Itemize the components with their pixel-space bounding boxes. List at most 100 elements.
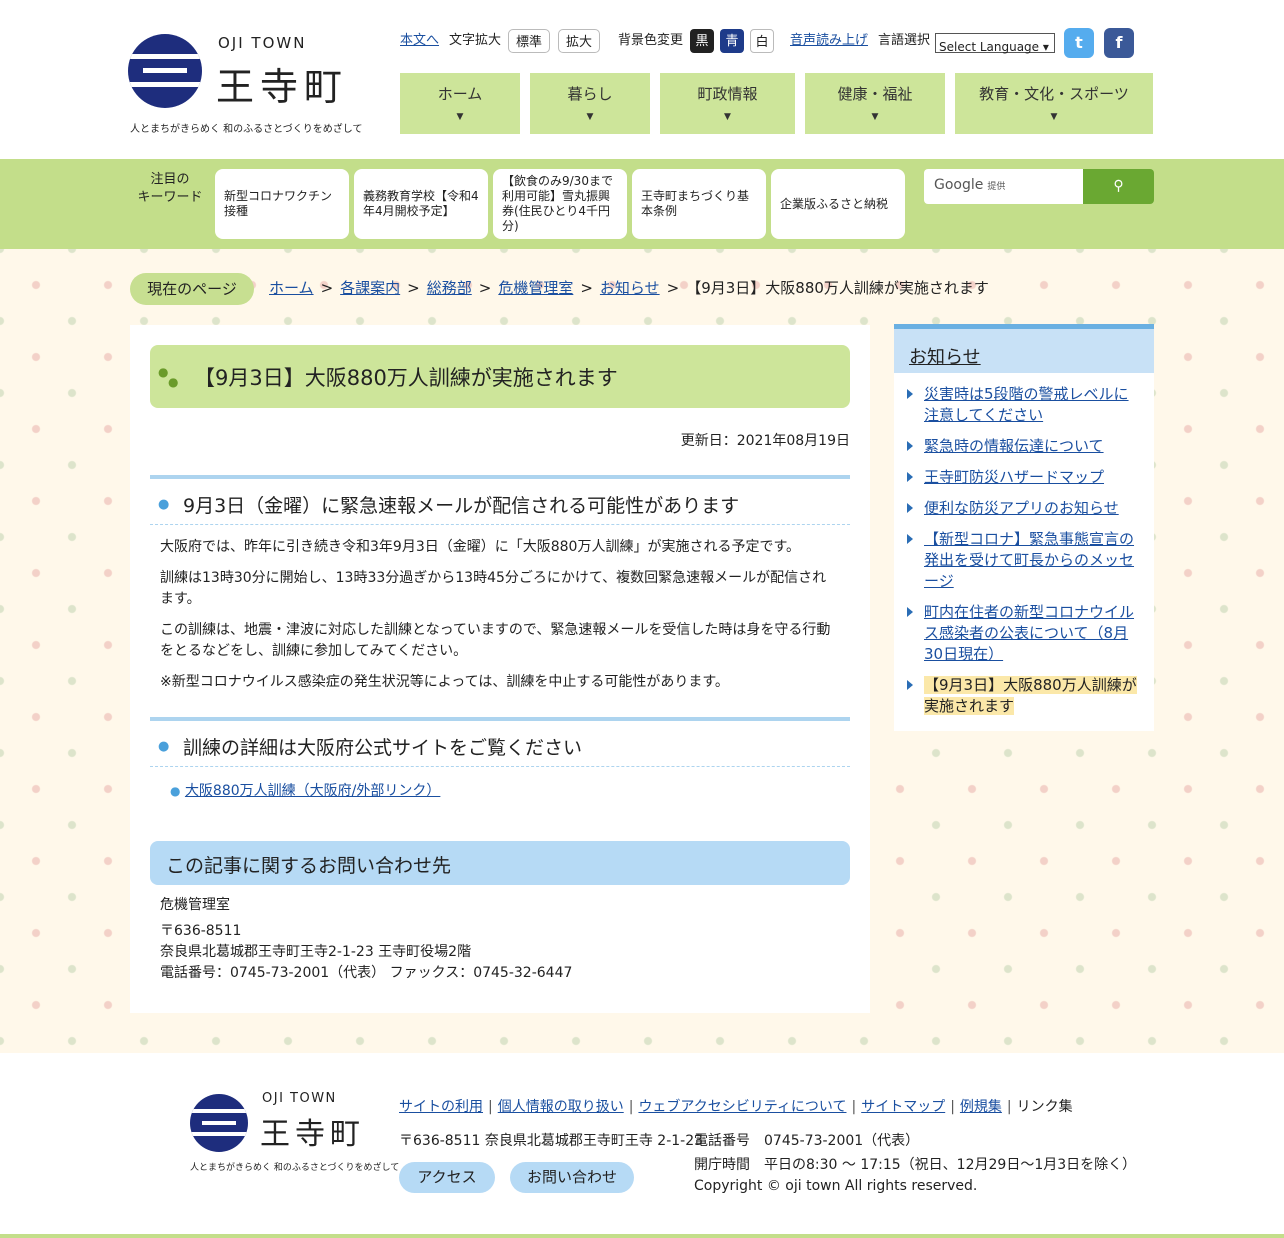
arrow-right-icon xyxy=(907,607,913,617)
footer-address: 〒636-8511 奈良県北葛城郡王寺町王寺 2-1-23 xyxy=(399,1133,704,1149)
footer-border xyxy=(0,1234,1284,1238)
facebook-icon[interactable]: f xyxy=(1104,28,1134,58)
keyword-band: 注目の キーワード 新型コロナワクチン接種 義務教育学校【令和4年4月開校予定】 … xyxy=(0,159,1284,249)
chevron-down-icon: ▼ xyxy=(456,112,464,122)
keyword-item[interactable]: 【飲食のみ9/30まで利用可能】雪丸振興券(住民ひとり4千円分) xyxy=(493,169,627,239)
section-heading: ● 訓練の詳細は大阪府公式サイトをご覧ください xyxy=(150,717,850,767)
keyword-item[interactable]: 王寺町まちづくり基本条例 xyxy=(632,169,766,239)
arrow-right-icon xyxy=(907,680,913,690)
main-content: ● ● 【9月3日】大阪880万人訓練が実施されます 更新日：2021年08月1… xyxy=(130,325,870,1013)
footer-phone: 電話番号 0745-73-2001（代表） xyxy=(694,1133,920,1149)
search-input[interactable]: Google 提供 xyxy=(924,169,1084,204)
logo-ja: 王寺町 xyxy=(216,65,349,109)
breadcrumb-link[interactable]: お知らせ xyxy=(600,279,660,297)
arrow-right-icon xyxy=(907,389,913,399)
footer-link[interactable]: サイトの利用 xyxy=(399,1099,483,1115)
skip-to-content-link[interactable]: 本文へ xyxy=(400,28,439,54)
sidebar: お知らせ 災害時は5段階の警戒レベルに注意してください 緊急時の情報伝達について… xyxy=(894,324,1154,731)
breadcrumb-link[interactable]: 危機管理室 xyxy=(498,279,573,297)
logo-en: OJI TOWN xyxy=(218,34,307,52)
current-page-label: 現在のページ xyxy=(130,273,254,305)
sidebar-title-link[interactable]: お知らせ xyxy=(909,343,981,369)
arrow-right-icon xyxy=(907,472,913,482)
site-logo[interactable]: OJI TOWN 王寺町 人とまちがきらめく 和のふるさとづくりをめざして xyxy=(128,34,373,135)
body-paragraph: 大阪府では、昨年に引き続き令和3年9月3日（金曜）に「大阪880万人訓練」が実施… xyxy=(160,539,801,555)
breadcrumb-link[interactable]: ホーム xyxy=(269,279,314,297)
chevron-down-icon: ▼ xyxy=(1050,112,1058,122)
language-select[interactable]: Select Language ▾ xyxy=(935,33,1055,54)
nav-education[interactable]: 教育・文化・スポーツ ▼ xyxy=(955,73,1153,134)
sidebar-item[interactable]: 緊急時の情報伝達について xyxy=(894,436,1154,457)
external-link-row: ● 大阪880万人訓練（大阪府/外部リンク） xyxy=(170,780,440,800)
bg-black-button[interactable]: 黒 xyxy=(690,29,714,53)
sidebar-item[interactable]: 町内在住者の新型コロナウイルス感染者の公表について（8月30日現在） xyxy=(894,602,1154,665)
breadcrumb-current: 【9月3日】大阪880万人訓練が実施されます xyxy=(686,279,989,297)
inquiry-heading: この記事に関するお問い合わせ先 xyxy=(150,841,850,885)
voice-read-link[interactable]: 音声読み上げ xyxy=(790,28,868,54)
chevron-down-icon: ▼ xyxy=(871,112,879,122)
updated-date: 更新日：2021年08月19日 xyxy=(680,433,850,449)
access-button[interactable]: アクセス xyxy=(399,1162,495,1193)
footer-link[interactable]: ウェブアクセシビリティについて xyxy=(638,1099,846,1115)
language-label: 言語選択 xyxy=(878,33,931,48)
breadcrumb-link[interactable]: 総務部 xyxy=(427,279,472,297)
search-button[interactable]: ⚲ xyxy=(1083,169,1154,204)
keyword-item[interactable]: 新型コロナワクチン接種 xyxy=(215,169,349,239)
utility-bar: 本文へ 文字拡大 標準 拡大 背景色変更 黒 青 白 音声読み上げ 言語選択 S… xyxy=(400,28,1160,56)
footer-tagline: 人とまちがきらめく 和のふるさとづくりをめざして xyxy=(190,1163,400,1173)
footer: OJI TOWN 王寺町 人とまちがきらめく 和のふるさとづくりをめざして サイ… xyxy=(0,1053,1284,1238)
footer-logo-en: OJI TOWN xyxy=(262,1091,337,1106)
town-emblem-icon xyxy=(128,34,202,108)
contact-dept: 危機管理室 xyxy=(160,897,230,913)
footer-logo[interactable]: OJI TOWN 王寺町 人とまちがきらめく 和のふるさとづくりをめざして xyxy=(190,1091,399,1181)
paw-icon: ● xyxy=(158,365,169,379)
sidebar-item[interactable]: 【新型コロナ】緊急事態宣言の発出を受けて町長からのメッセージ xyxy=(894,529,1154,592)
nav-health-welfare[interactable]: 健康・福祉 ▼ xyxy=(805,73,945,134)
font-standard-button[interactable]: 標準 xyxy=(508,29,551,53)
chevron-down-icon: ▼ xyxy=(724,112,731,122)
footer-copyright: Copyright © oji town All rights reserved… xyxy=(694,1178,978,1194)
nav-town-admin[interactable]: 町政情報 ▼ xyxy=(660,73,795,134)
nav-home[interactable]: ホーム ▼ xyxy=(400,73,520,134)
bg-blue-button[interactable]: 青 xyxy=(720,29,744,53)
nav-living[interactable]: 暮らし ▼ xyxy=(530,73,650,134)
font-large-button[interactable]: 拡大 xyxy=(558,29,601,53)
contact-button[interactable]: お問い合わせ xyxy=(510,1162,634,1193)
footer-link[interactable]: 例規集 xyxy=(960,1099,1002,1115)
body-paragraph: ※新型コロナウイルス感染症の発生状況等によっては、訓練を中止する可能性があります… xyxy=(160,674,729,690)
contact-phone: 電話番号：0745-73-2001（代表） ファックス：0745-32-6447 xyxy=(160,965,573,981)
logo-tagline: 人とまちがきらめく 和のふるさとづくりをめざして xyxy=(130,124,363,135)
body-paragraph: この訓練は、地震・津波に対応した訓練となっていますので、緊急速報メールを受信した… xyxy=(160,622,831,659)
arrow-right-icon xyxy=(907,534,913,544)
bg-color-label: 背景色変更 xyxy=(618,33,684,48)
keyword-label: 注目の キーワード xyxy=(137,172,203,205)
footer-link[interactable]: 個人情報の取り扱い xyxy=(498,1099,624,1115)
font-size-label: 文字拡大 xyxy=(449,33,502,48)
chevron-down-icon: ▼ xyxy=(586,112,594,122)
page-title-box: ● ● 【9月3日】大阪880万人訓練が実施されます xyxy=(150,345,850,408)
twitter-icon[interactable]: t xyxy=(1064,28,1094,58)
external-link[interactable]: 大阪880万人訓練（大阪府/外部リンク） xyxy=(185,783,440,799)
paw-icon: ● xyxy=(158,739,170,754)
breadcrumb: ホーム > 各課案内 > 総務部 > 危機管理室 > お知らせ > 【9月3日】大阪880万人訓練が… xyxy=(269,279,989,297)
search-icon: ⚲ xyxy=(1113,178,1124,194)
footer-links: サイトの利用 | 個人情報の取り扱い | ウェブアクセシビリティについて | サイトマップ |… xyxy=(399,1099,1073,1115)
sidebar-item[interactable]: 災害時は5段階の警戒レベルに注意してください xyxy=(894,384,1154,426)
paw-icon: ● xyxy=(170,784,181,798)
sidebar-item[interactable]: 王寺町防災ハザードマップ xyxy=(894,467,1154,488)
footer-hours: 開庁時間 平日の8:30 〜 17:15（祝日、12月29日〜1月3日を除く） xyxy=(694,1157,1137,1173)
footer-link-current: リンク集 xyxy=(1016,1099,1073,1115)
keyword-item[interactable]: 企業版ふるさと納税 xyxy=(771,169,905,239)
sidebar-header: お知らせ xyxy=(894,324,1154,373)
sidebar-item[interactable]: 便利な防災アプリのお知らせ xyxy=(894,498,1154,519)
footer-link[interactable]: サイトマップ xyxy=(861,1099,945,1115)
sidebar-item-current: 【9月3日】大阪880万人訓練が実施されます xyxy=(894,675,1154,717)
section-heading: ● 9月3日（金曜）に緊急速報メールが配信される可能性があります xyxy=(150,475,850,525)
footer-logo-ja: 王寺町 xyxy=(260,1117,365,1152)
bg-white-button[interactable]: 白 xyxy=(750,29,774,53)
keyword-item[interactable]: 義務教育学校【令和4年4月開校予定】 xyxy=(354,169,488,239)
breadcrumb-link[interactable]: 各課案内 xyxy=(340,279,400,297)
sidebar-list: 災害時は5段階の警戒レベルに注意してください 緊急時の情報伝達について 王寺町防… xyxy=(894,384,1154,727)
contact-postal: 〒636-8511 xyxy=(160,923,242,939)
site-search: Google 提供 ⚲ xyxy=(924,169,1154,204)
